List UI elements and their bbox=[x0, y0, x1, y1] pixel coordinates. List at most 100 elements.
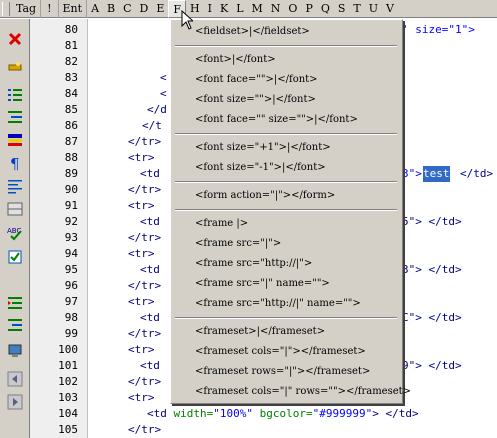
code-fragment[interactable]: </tr> bbox=[128, 278, 161, 294]
menu-item-form[interactable]: <form action="|"></form> bbox=[195, 188, 335, 204]
menu-item-frameset[interactable]: <frameset>|</frameset> bbox=[195, 324, 325, 340]
spellcheck-icon[interactable]: ABC bbox=[7, 225, 23, 241]
menu-separator bbox=[175, 209, 397, 211]
line-number: 93 bbox=[64, 231, 78, 244]
menu-item-frame-src-http[interactable]: <frame src="http://|"> bbox=[195, 256, 312, 272]
svg-text:¶: ¶ bbox=[10, 155, 20, 171]
code-fragment[interactable]: ' size="1"> bbox=[402, 22, 475, 38]
first-page-icon[interactable] bbox=[7, 371, 23, 387]
close-icon[interactable] bbox=[7, 31, 23, 47]
checklist-icon[interactable] bbox=[7, 249, 23, 265]
menu-item-frameset-cols-rows[interactable]: <frameset cols="|" rows=""></frameset> bbox=[195, 384, 411, 400]
tab-letter-a[interactable]: A bbox=[87, 0, 103, 18]
menu-item-font-size[interactable]: <font size="">|</font> bbox=[195, 92, 316, 108]
outdent-icon[interactable] bbox=[7, 295, 23, 311]
menu-item-frame-src-name[interactable]: <frame src="|" name=""> bbox=[195, 276, 330, 292]
tab-letter-l[interactable]: L bbox=[232, 0, 247, 18]
indent-icon[interactable] bbox=[7, 317, 23, 333]
code-fragment[interactable]: 5"> </td> bbox=[402, 214, 462, 230]
code-fragment[interactable]: </tr> bbox=[128, 422, 161, 438]
menu-item-frame-src-http-name[interactable]: <frame src="http://|" name=""> bbox=[195, 296, 361, 312]
code-fragment[interactable]: </tr> bbox=[128, 326, 161, 342]
tab-letter-k[interactable]: K bbox=[216, 0, 232, 18]
menu-item-frame-src[interactable]: <frame src="|"> bbox=[195, 236, 281, 252]
tab-letter-q[interactable]: Q bbox=[317, 0, 334, 18]
line-number: 85 bbox=[64, 103, 78, 116]
code-fragment[interactable]: <td bbox=[140, 358, 160, 374]
wand-icon[interactable] bbox=[7, 59, 23, 75]
selected-text[interactable]: test bbox=[423, 166, 450, 182]
tab-letter-m[interactable]: M bbox=[248, 0, 267, 18]
align-text-icon[interactable] bbox=[7, 178, 23, 194]
line-number: 105 bbox=[58, 423, 78, 436]
code-fragment[interactable]: <tr> bbox=[128, 150, 155, 166]
line-number: 83 bbox=[64, 71, 78, 84]
tab-letter-s[interactable]: S bbox=[334, 0, 350, 18]
code-fragment[interactable]: <td bbox=[140, 310, 160, 326]
code-fragment[interactable]: 9"> </td> bbox=[402, 358, 462, 374]
tab-entities[interactable]: Ent bbox=[59, 0, 88, 18]
tab-letter-p[interactable]: P bbox=[301, 0, 316, 18]
color-bars-icon[interactable] bbox=[7, 132, 23, 148]
tab-letter-d[interactable]: D bbox=[136, 0, 153, 18]
code-fragment[interactable]: < bbox=[160, 70, 167, 86]
line-number: 100 bbox=[58, 343, 78, 356]
tag-menu-f: <fieldset>|</fieldset> <font>|</font> <f… bbox=[170, 19, 411, 404]
code-fragment[interactable]: <tr> bbox=[128, 198, 155, 214]
menu-item-fieldset[interactable]: <fieldset>|</fieldset> bbox=[195, 24, 310, 40]
code-fragment[interactable]: <tr> bbox=[128, 390, 155, 406]
tab-special[interactable]: ! bbox=[41, 0, 59, 18]
line-number: 81 bbox=[64, 39, 78, 52]
menu-separator bbox=[175, 45, 397, 47]
menu-item-font[interactable]: <font>|</font> bbox=[195, 52, 276, 68]
code-fragment[interactable]: </tr> bbox=[128, 374, 161, 390]
code-fragment[interactable]: 3"> </td> bbox=[402, 262, 462, 278]
menu-item-frameset-rows[interactable]: <frameset rows="|"></frameset> bbox=[195, 364, 370, 380]
code-fragment[interactable]: C"> </td> bbox=[402, 310, 462, 326]
menu-item-font-face[interactable]: <font face="">|</font> bbox=[195, 72, 318, 88]
tag-toolbar: Tag ! Ent A B C D E F H I K L M N O P Q … bbox=[0, 0, 497, 18]
line-number: 98 bbox=[64, 311, 78, 324]
menu-item-font-face-size[interactable]: <font face="" size="">|</font> bbox=[195, 112, 358, 128]
code-line-104[interactable]: <td width="100%" bgcolor="#999999"> </td… bbox=[147, 406, 419, 422]
code-fragment[interactable]: <tr> bbox=[128, 246, 155, 262]
menu-item-font-plus1[interactable]: <font size="+1">|</font> bbox=[195, 140, 331, 156]
menu-item-frameset-cols[interactable]: <frameset cols="|"></frameset> bbox=[195, 344, 366, 360]
table-icon[interactable] bbox=[7, 201, 23, 217]
code-fragment[interactable]: <td bbox=[140, 166, 160, 182]
code-fragment[interactable]: 3"> bbox=[402, 166, 422, 182]
tab-letter-u[interactable]: U bbox=[365, 0, 382, 18]
tab-letter-t[interactable]: T bbox=[349, 0, 364, 18]
code-fragment[interactable]: </t bbox=[142, 118, 162, 134]
line-number: 97 bbox=[64, 295, 78, 308]
tab-letter-n[interactable]: N bbox=[267, 0, 285, 18]
tab-tag[interactable]: Tag bbox=[12, 0, 42, 18]
code-fragment[interactable]: </tr> bbox=[128, 134, 161, 150]
code-fragment[interactable]: <tr> bbox=[128, 342, 155, 358]
code-fragment[interactable]: </tr> bbox=[128, 182, 161, 198]
line-number: 82 bbox=[64, 55, 78, 68]
line-number: 91 bbox=[64, 199, 78, 212]
code-fragment[interactable]: </td> bbox=[460, 166, 493, 182]
tab-letter-e[interactable]: E bbox=[152, 0, 168, 18]
menu-item-frame[interactable]: <frame |> bbox=[195, 216, 248, 232]
indent-list-icon[interactable] bbox=[7, 109, 23, 125]
tab-letter-c[interactable]: C bbox=[119, 0, 135, 18]
left-toolbar: ¶ ABC bbox=[0, 19, 30, 438]
ordered-list-icon[interactable] bbox=[7, 87, 23, 103]
code-fragment[interactable]: <td bbox=[140, 214, 160, 230]
tab-letter-v[interactable]: V bbox=[382, 0, 398, 18]
tab-letter-i[interactable]: I bbox=[204, 0, 216, 18]
tab-letter-o[interactable]: O bbox=[284, 0, 301, 18]
paragraph-icon[interactable]: ¶ bbox=[7, 155, 23, 171]
toolbar-grip[interactable] bbox=[2, 1, 10, 16]
last-page-icon[interactable] bbox=[7, 394, 23, 410]
monitor-icon[interactable] bbox=[7, 343, 23, 359]
code-fragment[interactable]: < bbox=[160, 86, 167, 102]
code-fragment[interactable]: <td bbox=[140, 262, 160, 278]
menu-item-font-minus1[interactable]: <font size="-1">|</font> bbox=[195, 160, 326, 176]
code-fragment[interactable]: </d bbox=[147, 102, 167, 118]
code-fragment[interactable]: </tr> bbox=[128, 230, 161, 246]
tab-letter-b[interactable]: B bbox=[103, 0, 119, 18]
code-fragment[interactable]: <tr> bbox=[128, 294, 155, 310]
